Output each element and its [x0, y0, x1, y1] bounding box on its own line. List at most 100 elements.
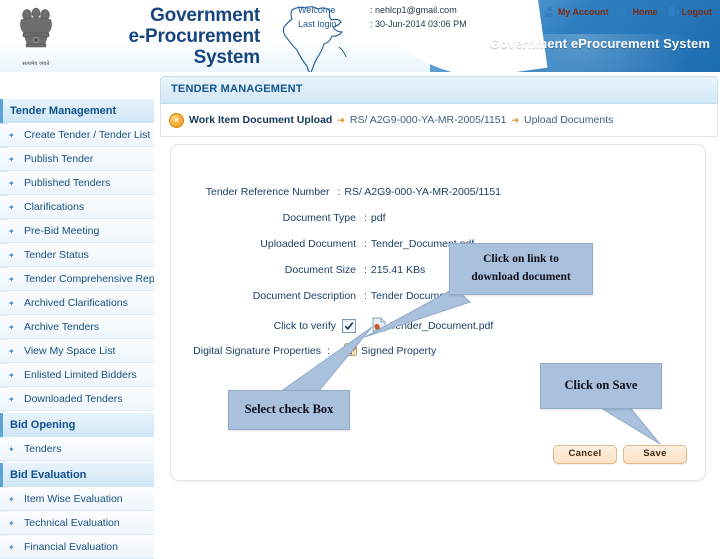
sidebar-item-label: Tenders: [24, 443, 62, 455]
upload-documents-panel: Tender Reference Number : RS/ A2G9-000-Y…: [170, 144, 706, 481]
breadcrumb-marker-icon: »: [169, 112, 184, 128]
breadcrumb-item-1[interactable]: Work Item Document Upload: [189, 114, 332, 126]
page-header: सत्यमेव जयते Government e-Procurement Sy…: [0, 0, 720, 72]
digital-signature-row: Digital Signature Properties : Signed Pr…: [171, 343, 571, 359]
sidebar-item-archive-tenders[interactable]: Archive Tenders: [0, 316, 154, 339]
sidebar-item-downloaded-tenders[interactable]: Downloaded Tenders: [0, 388, 154, 411]
detail-label: Document Type: [282, 212, 356, 224]
breadcrumb: » Work Item Document Upload ➜ RS/ A2G9-0…: [160, 103, 718, 137]
sidebar-item-item-wise-evaluation[interactable]: Item Wise Evaluation: [0, 488, 154, 511]
sidebar-item-label: View My Space List: [24, 345, 116, 357]
sidebar-item-pre-bid-meeting[interactable]: Pre-Bid Meeting: [0, 220, 154, 243]
home-icon: [618, 6, 629, 17]
cancel-button[interactable]: Cancel: [553, 445, 617, 464]
sidebar-item-label: Clarifications: [24, 201, 85, 213]
sidebar-group-bid-opening: Bid Opening: [0, 412, 154, 437]
document-link-label: Tender_Document.pdf: [390, 320, 494, 332]
system-title: Government eProcurement System: [489, 36, 710, 51]
user-info: : nehlcp1@gmail.com : 30-Jun-2014 03:06 …: [370, 3, 570, 31]
breadcrumb-item-2[interactable]: RS/ A2G9-000-YA-MR-2005/1151: [350, 114, 507, 126]
detail-value: RS/ A2G9-000-YA-MR-2005/1151: [344, 186, 501, 198]
detail-colon: :: [364, 212, 367, 224]
bullet-icon: [8, 324, 15, 331]
sidebar-item-published-tenders[interactable]: Published Tenders: [0, 172, 154, 195]
main-content-area: TENDER MANAGEMENT » Work Item Document U…: [156, 72, 720, 540]
bullet-icon: [8, 204, 15, 211]
logout-link[interactable]: Logout: [668, 6, 713, 17]
sidebar-item-label: Archive Tenders: [24, 321, 100, 333]
brand-line-2: e-Procurement: [128, 26, 261, 47]
save-button[interactable]: Save: [623, 445, 687, 464]
callout-select-check-box: Select check Box: [228, 390, 350, 430]
ashoka-emblem-icon: [20, 7, 52, 48]
detail-value: 215.41 KBs: [370, 264, 426, 276]
callout-download-document: Click on link to download document: [449, 243, 593, 295]
sidebar-item-technical-evaluation[interactable]: Technical Evaluation: [0, 512, 154, 535]
sidebar-item-create-tender[interactable]: Create Tender / Tender List: [0, 124, 154, 147]
detail-value: pdf: [370, 212, 386, 224]
verify-row: Click to verify Tender_Document.pdf: [171, 317, 531, 335]
bullet-icon: [8, 156, 15, 163]
sidebar-item-label: Item Wise Evaluation: [24, 493, 123, 505]
bullet-icon: [8, 446, 15, 453]
sidebar-group-tender-management: Tender Management: [0, 98, 154, 123]
signed-property-label: Signed Property: [360, 345, 437, 357]
sidebar-item-financial-evaluation[interactable]: Financial Evaluation: [0, 536, 154, 559]
user-icon: [544, 6, 555, 17]
callout-line-1: Click on Save: [564, 378, 638, 393]
detail-colon: :: [337, 186, 341, 198]
detail-label: Document Description: [252, 290, 356, 302]
sidebar-item-enlisted-limited-bidders[interactable]: Enlisted Limited Bidders: [0, 364, 154, 387]
bullet-icon: [8, 276, 15, 283]
bullet-icon: [8, 544, 15, 551]
detail-label: Tender Reference Number: [205, 186, 330, 198]
sidebar-item-tenders[interactable]: Tenders: [0, 438, 154, 461]
bullet-icon: [8, 252, 15, 259]
sidebar-item-publish-tender[interactable]: Publish Tender: [0, 148, 154, 171]
sidebar-item-label: Archived Clarifications: [24, 297, 128, 309]
callout-line-1: Select check Box: [244, 402, 334, 417]
digital-signature-label-text: Digital Signature Properties: [193, 345, 321, 357]
sidebar-item-tender-status[interactable]: Tender Status: [0, 244, 154, 267]
bullet-icon: [8, 300, 15, 307]
emblem-motto: सत्यमेव जयते: [22, 61, 50, 67]
click-to-verify-label: Click to verify: [273, 320, 336, 332]
callout-line-2: download document: [471, 271, 571, 283]
home-label: Home: [632, 6, 658, 17]
verify-checkbox[interactable]: [342, 319, 356, 333]
sidebar-item-label: Technical Evaluation: [24, 517, 120, 529]
bullet-icon: [8, 180, 15, 187]
bullet-icon: [8, 132, 15, 139]
india-emblem-logo: सत्यमेव जयते: [8, 6, 64, 68]
detail-colon: :: [364, 290, 367, 302]
home-link[interactable]: Home: [618, 6, 658, 17]
brand-title: Government e-Procurement System: [70, 5, 261, 68]
header-links: My Account Home Logout: [544, 6, 712, 17]
module-title-bar: TENDER MANAGEMENT: [160, 76, 718, 103]
page-bottom-spacer: [312, 492, 720, 540]
detail-row-tender-reference-number: Tender Reference Number : RS/ A2G9-000-Y…: [171, 179, 501, 205]
sidebar-item-label: Tender Status: [24, 249, 89, 261]
my-account-link[interactable]: My Account: [544, 6, 609, 17]
signed-property-link[interactable]: Signed Property: [344, 343, 436, 359]
sidebar-item-clarifications[interactable]: Clarifications: [0, 196, 154, 219]
digital-signature-label: Digital Signature Properties: [171, 345, 327, 357]
breadcrumb-separator-icon: ➜: [511, 114, 520, 125]
sidebar-item-view-my-space-list[interactable]: View My Space List: [0, 340, 154, 363]
sidebar-item-label: Downloaded Tenders: [24, 393, 123, 405]
sidebar-item-tender-comprehensive-report[interactable]: Tender Comprehensive Report: [0, 268, 154, 291]
logout-icon: [668, 6, 679, 17]
my-account-label: My Account: [557, 6, 609, 17]
user-email: nehlcp1@gmail.com: [375, 5, 457, 15]
sidebar-item-archived-clarifications[interactable]: Archived Clarifications: [0, 292, 154, 315]
sidebar-item-label: Publish Tender: [24, 153, 94, 165]
callout-line-1: Click on link to: [483, 253, 559, 266]
document-download-link[interactable]: Tender_Document.pdf: [372, 317, 493, 335]
detail-value: Tender Document: [370, 290, 454, 302]
callout-click-on-save: Click on Save: [540, 363, 662, 409]
detail-colon: :: [364, 238, 367, 250]
logout-label: Logout: [681, 6, 713, 17]
bullet-icon: [8, 228, 15, 235]
panel-action-buttons: Cancel Save: [553, 445, 687, 464]
user-email-row: : nehlcp1@gmail.com: [370, 5, 457, 15]
